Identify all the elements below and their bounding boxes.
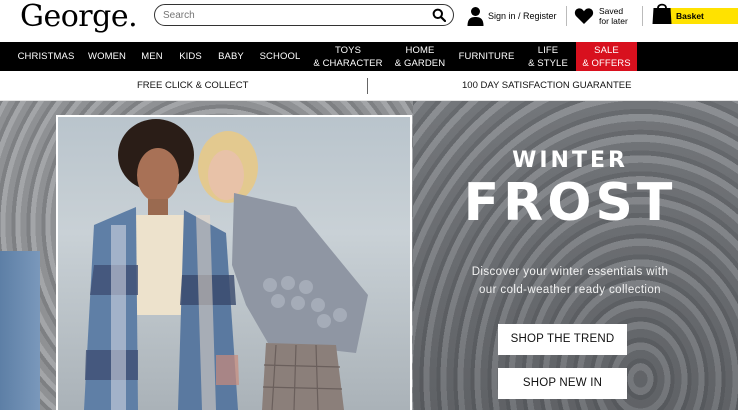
saved-label-line1: Saved [599,6,624,16]
promo-satisfaction-guarantee[interactable]: 100 DAY SATISFACTION GUARANTEE [462,71,631,101]
account-label: Sign in / Register [488,11,557,21]
nav-item-toys-character[interactable]: TOYS & CHARACTER [311,42,385,71]
promo-divider [367,78,368,94]
basket-label: Basket [662,8,738,24]
site-header: George. Sign in / Register Saved for lat… [0,0,738,42]
search-icon[interactable] [432,8,446,22]
nav-item-baby[interactable]: BABY [213,42,249,71]
hero-subcopy-line2: our cold-weather ready collection [479,284,661,296]
saved-label-line2: for later [599,16,628,26]
promo-bar: FREE CLICK & COLLECT 100 DAY SATISFACTIO… [0,71,738,101]
models-illustration [84,119,368,410]
account-link[interactable]: Sign in / Register [467,5,557,27]
hero-model-photo [56,115,412,410]
shopping-bag-icon [652,3,672,24]
nav-item-school[interactable]: SCHOOL [255,42,305,71]
header-divider [566,6,567,26]
heart-icon [574,8,594,24]
header-divider [642,6,643,26]
shop-the-trend-button[interactable]: SHOP THE TREND [498,324,627,355]
nav-item-sale-offers[interactable]: SALE & OFFERS [576,42,637,71]
promo-click-collect[interactable]: FREE CLICK & COLLECT [137,71,248,101]
hero-fabric-detail [0,251,40,410]
hero-headline-small: WINTER [512,148,628,173]
saved-for-later-link[interactable]: Saved for later [574,4,628,28]
nav-item-christmas[interactable]: CHRISTMAS [12,42,80,71]
george-logo[interactable]: George. [20,0,138,34]
nav-item-home-garden[interactable]: HOME & GARDEN [392,42,448,71]
search-bar[interactable] [154,4,454,26]
nav-item-women[interactable]: WOMEN [84,42,130,71]
hero-banner[interactable]: WINTER FROST Discover your winter essent… [0,101,738,410]
hero-headline-large: FROST [463,173,677,233]
nav-item-life-style[interactable]: LIFE & STYLE [524,42,572,71]
nav-item-men[interactable]: MEN [136,42,168,71]
basket-button[interactable]: Basket [652,3,738,26]
main-navigation: CHRISTMAS WOMEN MEN KIDS BABY SCHOOL TOY… [0,42,738,71]
nav-item-kids[interactable]: KIDS [174,42,207,71]
search-input[interactable] [163,7,425,23]
nav-item-furniture[interactable]: FURNITURE [455,42,518,71]
user-icon [467,7,484,26]
hero-subcopy: Discover your winter essentials with our… [430,263,710,299]
shop-new-in-button[interactable]: SHOP NEW IN [498,368,627,399]
hero-subcopy-line1: Discover your winter essentials with [471,266,669,278]
